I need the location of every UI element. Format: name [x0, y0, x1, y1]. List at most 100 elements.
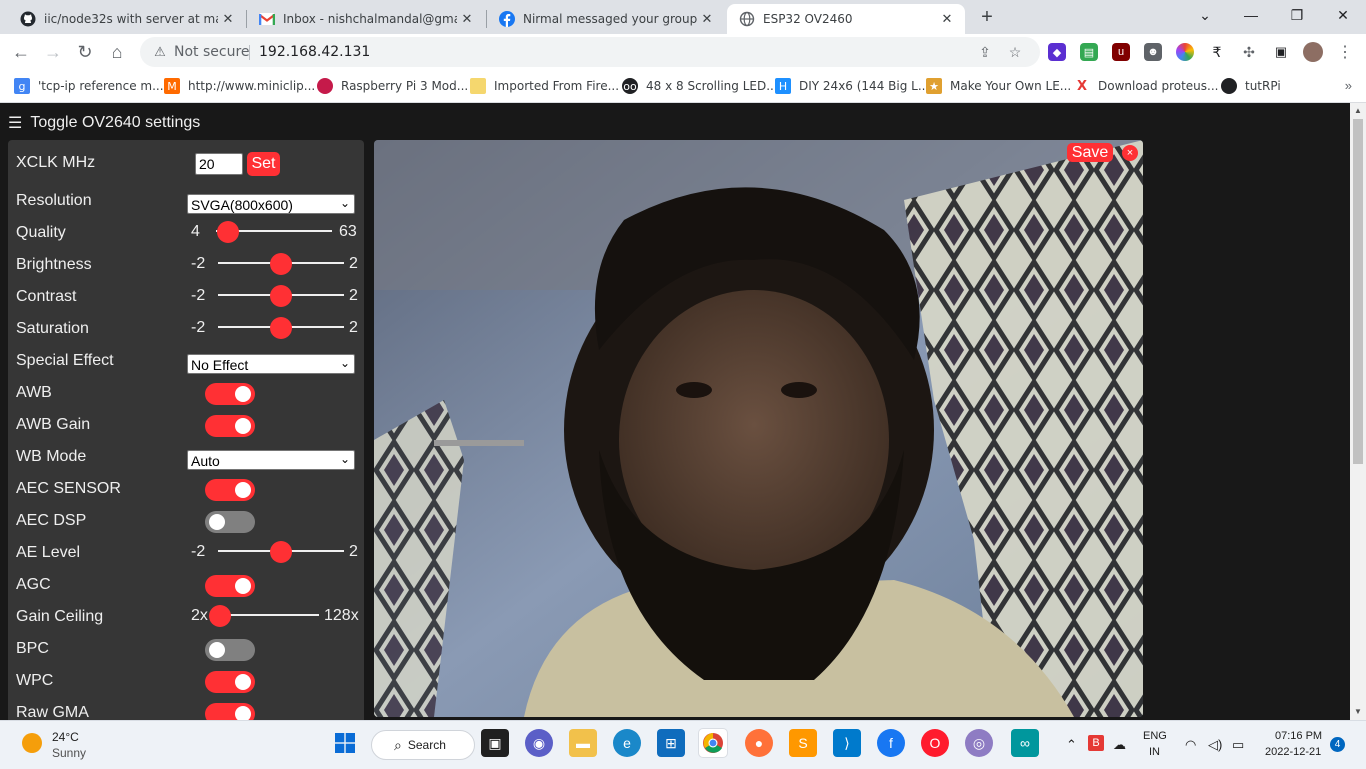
teams-chat-icon[interactable]: ◉	[525, 729, 553, 757]
clock-time[interactable]: 07:16 PM	[1275, 730, 1322, 742]
slider-knob[interactable]	[270, 285, 292, 307]
wb-mode-select[interactable]: Auto ⌄	[187, 450, 355, 470]
language-region[interactable]: IN	[1149, 746, 1160, 758]
bookmark-item[interactable]: Mhttp://www.miniclip...	[164, 77, 315, 95]
windows-start-icon[interactable]	[331, 729, 359, 757]
tab-facebook[interactable]: Nirmal messaged your group ✕	[487, 4, 725, 34]
clock-date[interactable]: 2022-12-21	[1265, 746, 1321, 758]
chrome-icon[interactable]	[699, 729, 727, 757]
slider-knob[interactable]	[209, 605, 231, 627]
close-icon[interactable]: ✕	[697, 9, 717, 29]
slider-knob[interactable]	[270, 541, 292, 563]
arduino-icon[interactable]: ∞	[1011, 729, 1039, 757]
agc-toggle[interactable]	[205, 575, 255, 597]
cloud-icon[interactable]: ☁	[1113, 737, 1126, 753]
window-close-button[interactable]: ✕	[1320, 0, 1366, 30]
sublime-text-icon[interactable]: S	[789, 729, 817, 757]
store-icon[interactable]: ⊞	[657, 729, 685, 757]
edge-icon[interactable]: e	[613, 729, 641, 757]
reload-icon[interactable]: ↻	[72, 39, 98, 65]
new-tab-button[interactable]: +	[976, 6, 998, 28]
gain-ceiling-slider[interactable]: 2x 128x	[191, 599, 359, 631]
bookmark-item[interactable]: tutRPi	[1221, 77, 1281, 95]
weather-condition[interactable]: Sunny	[52, 746, 86, 760]
bpc-toggle[interactable]	[205, 639, 255, 661]
scroll-up-icon[interactable]: ▲	[1353, 106, 1363, 116]
tab-esp32[interactable]: ESP32 OV2460 ✕	[727, 4, 965, 34]
language-indicator[interactable]: ENG	[1143, 730, 1167, 742]
taskbar-search[interactable]: ⌕ Search	[371, 730, 475, 760]
facebook-icon[interactable]: f	[877, 729, 905, 757]
page-scrollbar[interactable]: ▲ ▼	[1350, 103, 1366, 720]
scrollbar-thumb[interactable]	[1353, 119, 1363, 464]
speaker-icon[interactable]: ◁)	[1208, 737, 1222, 753]
contrast-slider[interactable]: -2 2	[191, 279, 358, 311]
share-icon[interactable]: ⇪	[976, 43, 994, 61]
slider-knob[interactable]	[270, 253, 292, 275]
wpc-toggle[interactable]	[205, 671, 255, 693]
puzzle-icon[interactable]: ✣	[1240, 43, 1258, 61]
opera-icon[interactable]: O	[921, 729, 949, 757]
close-icon[interactable]: ✕	[218, 9, 238, 29]
home-icon[interactable]: ⌂	[104, 39, 130, 65]
notification-badge[interactable]: 4	[1330, 737, 1345, 752]
ublock-icon[interactable]: u	[1112, 43, 1130, 61]
bookmark-item[interactable]: Raspberry Pi 3 Mod...	[317, 77, 468, 95]
tor-icon[interactable]: ◎	[965, 729, 993, 757]
xclk-input[interactable]: 20	[195, 153, 243, 175]
tray-app-icon[interactable]: B	[1088, 735, 1104, 751]
brightness-slider[interactable]: -2 2	[191, 247, 358, 279]
awb-toggle[interactable]	[205, 383, 255, 405]
tab-github[interactable]: iic/node32s with server at main · ✕	[8, 4, 246, 34]
bookmark-item[interactable]: ★ Make Your Own LE...	[926, 77, 1071, 95]
bookmark-item[interactable]: Imported From Fire...	[470, 77, 619, 95]
chevron-up-icon[interactable]: ⌃	[1066, 737, 1077, 753]
close-icon[interactable]: ✕	[457, 9, 477, 29]
close-stream-button[interactable]: ×	[1122, 145, 1138, 161]
battery-icon[interactable]: ▭	[1232, 737, 1244, 753]
kebab-menu-icon[interactable]: ⋮	[1336, 43, 1354, 61]
warning-icon[interactable]: ⚠	[152, 44, 168, 60]
color-picker-icon[interactable]	[1176, 43, 1194, 61]
wifi-icon[interactable]: ◠	[1185, 737, 1196, 753]
quality-slider[interactable]: 4 63	[191, 215, 357, 247]
task-view-icon[interactable]: ▣	[481, 729, 509, 757]
firefox-icon[interactable]: ●	[745, 729, 773, 757]
sun-icon[interactable]	[22, 733, 42, 753]
ae-level-slider[interactable]: -2 2	[191, 535, 358, 567]
rupee-icon[interactable]: ₹	[1208, 43, 1226, 61]
star-icon[interactable]: ☆	[1006, 43, 1024, 61]
close-icon[interactable]: ✕	[937, 9, 957, 29]
aec-dsp-toggle[interactable]	[205, 511, 255, 533]
sidepanel-icon[interactable]: ▣	[1272, 43, 1290, 61]
minimize-button[interactable]: —	[1228, 0, 1274, 30]
bookmark-item[interactable]: g 'tcp-ip reference m...	[14, 77, 164, 95]
slider-knob[interactable]	[270, 317, 292, 339]
address-bar[interactable]: ⚠ Not secure 192.168.42.131 ⇪ ☆	[140, 37, 1040, 67]
awb-gain-toggle[interactable]	[205, 415, 255, 437]
forward-icon[interactable]: →	[40, 39, 66, 65]
bookmark-item[interactable]: X Download proteus...	[1074, 77, 1219, 95]
file-explorer-icon[interactable]: ▬	[569, 729, 597, 757]
scroll-down-icon[interactable]: ▼	[1353, 707, 1363, 717]
avatar[interactable]	[1303, 42, 1323, 62]
special-effect-select[interactable]: No Effect ⌄	[187, 354, 355, 374]
aec-sensor-toggle[interactable]	[205, 479, 255, 501]
robot-icon[interactable]: ☻	[1144, 43, 1162, 61]
back-icon[interactable]: ←	[8, 39, 34, 65]
security-label[interactable]: Not secure	[174, 44, 250, 60]
resolution-select[interactable]: SVGA(800x600) ⌄	[187, 194, 355, 214]
saturation-slider[interactable]: -2 2	[191, 311, 358, 343]
settings-toggle[interactable]: ☰ Toggle OV2640 settings	[8, 113, 200, 133]
chevron-down-icon[interactable]: ⌄	[1182, 0, 1228, 30]
weather-temperature[interactable]: 24°C	[52, 730, 79, 744]
bookmarks-overflow-icon[interactable]: »	[1345, 78, 1352, 93]
extension-icon[interactable]: ◆	[1048, 43, 1066, 61]
bookmark-item[interactable]: H DIY 24x6 (144 Big L...	[775, 77, 929, 95]
extension-icon[interactable]: ▤	[1080, 43, 1098, 61]
vscode-icon[interactable]: ⟩	[833, 729, 861, 757]
url-text[interactable]: 192.168.42.131	[259, 44, 370, 60]
xclk-set-button[interactable]: Set	[247, 152, 280, 176]
slider-knob[interactable]	[216, 221, 239, 243]
restore-button[interactable]: ❐	[1274, 0, 1320, 30]
